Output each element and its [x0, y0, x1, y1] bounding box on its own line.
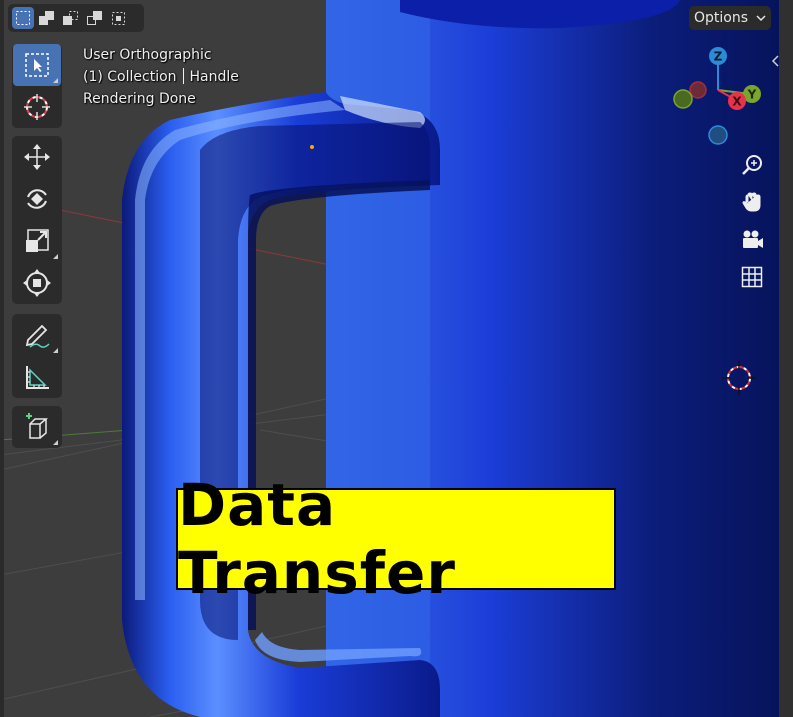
viewport-scrollbar[interactable]	[779, 0, 793, 717]
measure-ruler-icon	[26, 366, 49, 389]
banner-text: Data Transfer	[178, 471, 456, 607]
neg-x-axis-handle[interactable]	[689, 81, 707, 99]
neg-z-axis-handle[interactable]	[708, 125, 728, 145]
transform-icon	[23, 269, 51, 297]
annotate-tool[interactable]	[13, 314, 61, 356]
cursor-icon	[24, 94, 50, 120]
camera-view-icon[interactable]	[737, 225, 767, 255]
neg-y-axis-handle[interactable]	[673, 89, 693, 109]
tool-corner-marker	[53, 78, 58, 83]
pan-hand-icon[interactable]	[737, 187, 767, 217]
collection-name: (1) Collection	[83, 69, 177, 85]
cursor-tool[interactable]	[13, 86, 61, 128]
measure-tool[interactable]	[13, 356, 61, 398]
object-name: Handle	[189, 69, 239, 85]
title-banner: Data Transfer	[176, 471, 616, 607]
3d-cursor-icon	[722, 361, 756, 395]
difference-icon[interactable]	[84, 7, 106, 29]
y-axis-label: Y	[747, 88, 757, 102]
select-box-icon[interactable]	[12, 7, 34, 29]
transform-tool[interactable]	[13, 262, 61, 304]
3d-viewport[interactable]: Options User Orthographic (1) Collection…	[0, 0, 793, 717]
rotate-tool[interactable]	[13, 178, 61, 220]
separator	[182, 68, 184, 84]
intersect-icon[interactable]	[108, 7, 130, 29]
rotate-icon	[27, 189, 47, 209]
tool-corner-marker	[53, 440, 58, 445]
toolbar-annotate-group	[12, 314, 62, 398]
render-status: Rendering Done	[83, 91, 196, 107]
select-box-tool[interactable]	[13, 44, 61, 86]
zoom-icon[interactable]	[737, 150, 767, 180]
view-name: User Orthographic	[83, 47, 212, 63]
move-icon	[24, 144, 50, 170]
add-cube-icon	[26, 413, 49, 439]
toolbar-transform-group	[12, 136, 62, 304]
scale-icon	[26, 229, 49, 252]
viewport-left-border	[0, 0, 4, 717]
toolbar-add-group	[12, 406, 62, 448]
options-dropdown[interactable]: Options	[689, 6, 771, 30]
subtract-icon[interactable]	[60, 7, 82, 29]
move-tool[interactable]	[13, 136, 61, 178]
annotate-pencil-icon	[25, 324, 50, 348]
extend-icon[interactable]	[36, 7, 58, 29]
add-cube-tool[interactable]	[13, 406, 61, 448]
scale-tool[interactable]	[13, 220, 61, 262]
grid-view-icon[interactable]	[737, 262, 767, 292]
tool-corner-marker	[53, 254, 58, 259]
chevron-left-icon[interactable]	[770, 54, 780, 68]
toolbar-select-group	[12, 44, 62, 128]
x-axis-label: X	[732, 95, 742, 109]
select-box-tool-icon	[25, 53, 49, 77]
chevron-down-icon	[756, 15, 766, 22]
z-axis-label: Z	[714, 50, 723, 64]
navigation-gizmo[interactable]: Z Y X	[668, 42, 768, 152]
collection-line: (1) Collection Handle	[83, 66, 239, 88]
options-label: Options	[693, 10, 749, 26]
viewport-info-overlay: User Orthographic (1) Collection Handle R…	[83, 44, 239, 110]
tool-corner-marker	[53, 348, 58, 353]
selection-mode-bar	[8, 4, 144, 32]
